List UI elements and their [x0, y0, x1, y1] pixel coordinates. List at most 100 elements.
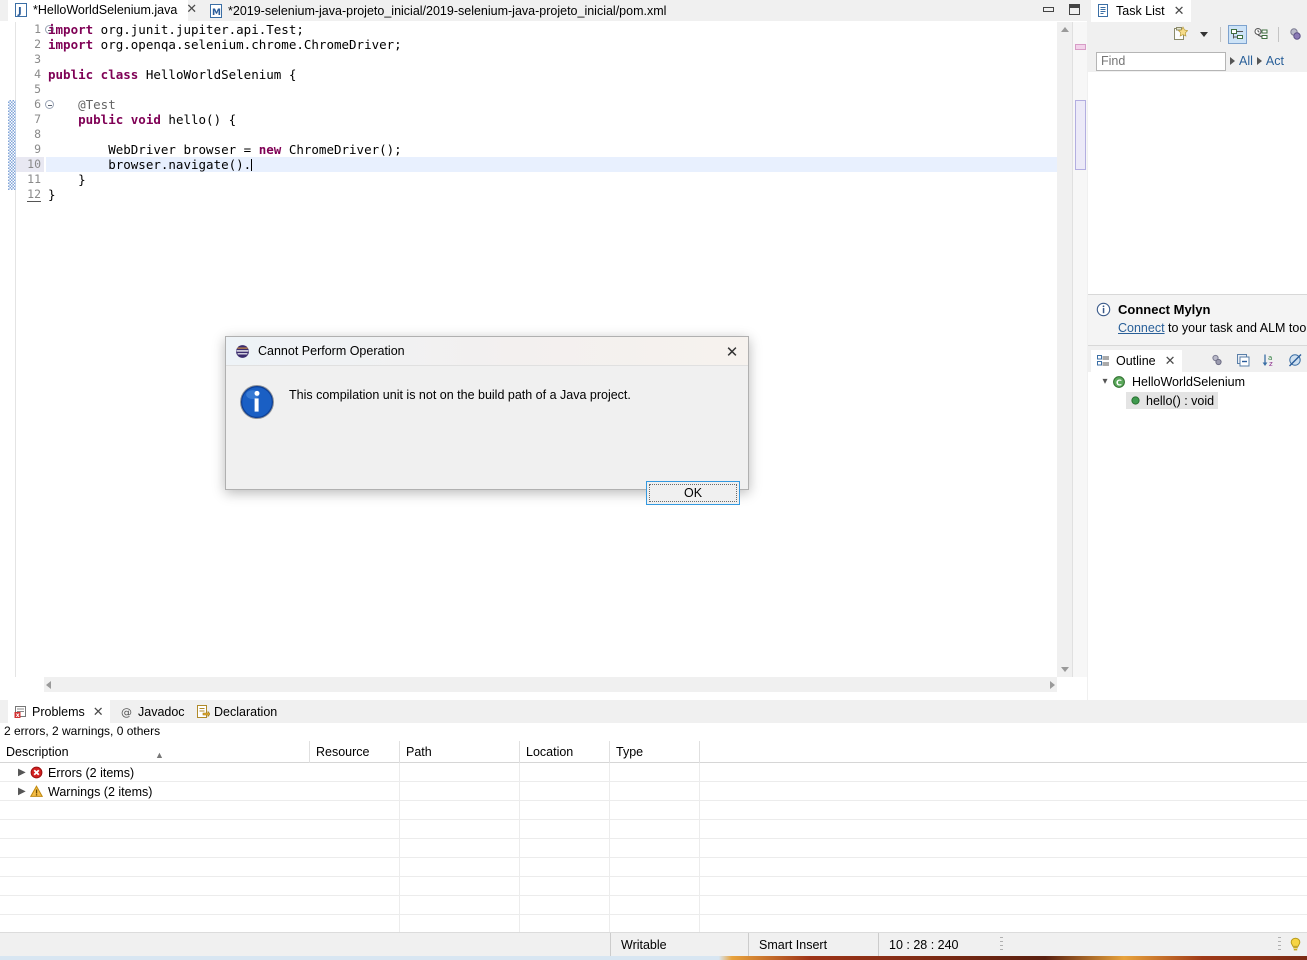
outline-item-method[interactable]: hello() : void [1088, 391, 1307, 410]
hide-fields-icon[interactable] [1208, 351, 1227, 370]
desktop-taskbar-sliver [0, 956, 1307, 960]
code-line[interactable] [46, 52, 1057, 67]
line-number: 1 [34, 22, 41, 36]
status-resize-grip[interactable] [1000, 937, 1003, 952]
minimize-icon[interactable] [1041, 2, 1056, 17]
chevron-right-icon[interactable]: ▶ [18, 786, 26, 797]
close-icon[interactable]: ✕ [1165, 353, 1176, 369]
row-description[interactable]: ▶ Warnings (2 items) [0, 782, 310, 801]
close-icon[interactable]: ✕ [186, 3, 197, 16]
status-resize-grip[interactable] [1278, 937, 1281, 952]
overview-marker-selection [1075, 100, 1086, 170]
chevron-right-icon[interactable]: ▶ [18, 767, 26, 778]
table-row-empty[interactable] [0, 858, 1307, 877]
code-line[interactable]: } [46, 172, 1057, 187]
code-line[interactable]: @Test [46, 97, 1057, 112]
close-icon[interactable]: ✕ [722, 342, 742, 362]
table-cell-empty [610, 896, 700, 915]
tab-problems[interactable]: x Problems ✕ [8, 700, 110, 723]
tab-declaration[interactable]: Declaration [190, 700, 283, 723]
column-header-resource[interactable]: Resource [310, 741, 400, 763]
editor-vertical-scrollbar[interactable] [1057, 22, 1072, 677]
task-list-toolbar [1088, 22, 1307, 46]
chevron-down-icon[interactable]: ▾ [1098, 376, 1112, 387]
line-number: 7 [34, 112, 41, 126]
sort-alphabetically-icon[interactable]: a z [1260, 351, 1279, 370]
tab-outline[interactable]: Outline ✕ [1091, 350, 1182, 372]
table-cell-empty [520, 877, 610, 896]
editor-overview-ruler[interactable] [1072, 22, 1087, 677]
column-header-path[interactable]: Path [400, 741, 520, 763]
outline-tree[interactable]: ▾ C HelloWorldSelenium hello(): void [1088, 372, 1307, 700]
tab-task-list[interactable]: Task List ✕ [1091, 0, 1191, 22]
mylyn-connect-link[interactable]: Connect [1118, 321, 1165, 335]
line-number: 3 [34, 52, 41, 66]
chevron-down-icon[interactable] [1194, 25, 1213, 44]
editor-tab-helloworldselenium[interactable]: J *HelloWorldSelenium.java ✕ [8, 0, 197, 21]
collapse-all-icon[interactable] [1234, 351, 1253, 370]
code-line[interactable]: public void hello() { [46, 112, 1057, 127]
annotation-gutter[interactable] [0, 22, 16, 677]
focus-on-workweek-icon[interactable] [1286, 25, 1305, 44]
table-row[interactable]: ▶ Warnings (2 items) [0, 782, 1307, 801]
code-line[interactable]: import org.openqa.selenium.chrome.Chrome… [46, 37, 1057, 52]
line-number-ruler: 1 2 3 4 5 6 7 8 9 10 11 12 [16, 22, 44, 677]
line-number: 9 [34, 142, 41, 156]
table-row-empty[interactable] [0, 877, 1307, 896]
tab-javadoc[interactable]: @ Javadoc [114, 700, 191, 723]
code-line[interactable]: browser.navigate(). [46, 157, 1057, 172]
scroll-down-icon[interactable] [1057, 662, 1072, 677]
column-header-description[interactable]: Description ▲ [0, 741, 310, 763]
code-token: import [48, 37, 94, 52]
scroll-left-icon[interactable] [46, 677, 51, 692]
bottom-tab-bar: x Problems ✕ @ Javadoc Declaration [0, 700, 1307, 723]
line-number: 2 [34, 37, 41, 51]
maximize-icon[interactable] [1067, 2, 1082, 17]
categorized-presentation-icon[interactable] [1228, 24, 1247, 44]
line-number: 8 [34, 127, 41, 141]
table-row-empty[interactable] [0, 839, 1307, 858]
code-line[interactable]: WebDriver browser = new ChromeDriver(); [46, 142, 1057, 157]
task-list-content[interactable] [1088, 72, 1307, 294]
code-token: browser.navigate(). [48, 157, 252, 172]
scroll-right-icon[interactable] [1050, 677, 1055, 692]
find-input[interactable] [1096, 51, 1226, 71]
java-file-icon: J [14, 2, 28, 17]
table-row[interactable]: ▶ Errors (2 items) [0, 763, 1307, 782]
outline-item-class[interactable]: ▾ C HelloWorldSelenium [1088, 372, 1307, 391]
ok-button[interactable]: OK [646, 481, 740, 505]
column-header-type[interactable]: Type [610, 741, 700, 763]
problems-table[interactable]: Description ▲ Resource Path Location Typ… [0, 740, 1307, 934]
dialog-body: This compilation unit is not on the buil… [226, 366, 748, 505]
scroll-up-icon[interactable] [1057, 22, 1072, 37]
code-line[interactable]: import org.junit.jupiter.api.Test; [46, 22, 1057, 37]
row-description[interactable]: ▶ Errors (2 items) [0, 763, 310, 782]
code-line[interactable]: public class HelloWorldSelenium { [46, 67, 1057, 82]
code-line[interactable]: } [46, 187, 1057, 202]
maven-file-icon: M [209, 3, 223, 18]
table-cell-empty [400, 820, 520, 839]
table-cell-empty [610, 820, 700, 839]
editor-horizontal-scrollbar[interactable] [44, 677, 1057, 692]
hide-non-public-icon[interactable] [1286, 351, 1305, 370]
column-header-location[interactable]: Location [520, 741, 610, 763]
code-line[interactable] [46, 127, 1057, 142]
table-cell-empty [400, 839, 520, 858]
table-row-empty[interactable] [0, 820, 1307, 839]
table-row-empty[interactable] [0, 801, 1307, 820]
filter-activity-link[interactable]: Act [1266, 54, 1284, 68]
svg-text:z: z [1269, 360, 1273, 368]
table-row-empty[interactable] [0, 896, 1307, 915]
code-line[interactable] [46, 82, 1057, 97]
lightbulb-icon[interactable] [1288, 937, 1303, 953]
close-icon[interactable]: ✕ [93, 704, 104, 720]
row-resource [310, 782, 400, 801]
column-label: Resource [316, 745, 370, 759]
close-icon[interactable]: ✕ [1174, 3, 1185, 19]
editor-tab-pomxml[interactable]: M *2019-selenium-java-projeto_inicial/20… [203, 0, 672, 21]
table-cell-empty [520, 820, 610, 839]
scheduled-presentation-icon[interactable] [1252, 25, 1271, 44]
svg-text:@: @ [121, 706, 132, 719]
new-task-icon[interactable] [1170, 25, 1189, 44]
filter-all-link[interactable]: All [1239, 54, 1253, 68]
